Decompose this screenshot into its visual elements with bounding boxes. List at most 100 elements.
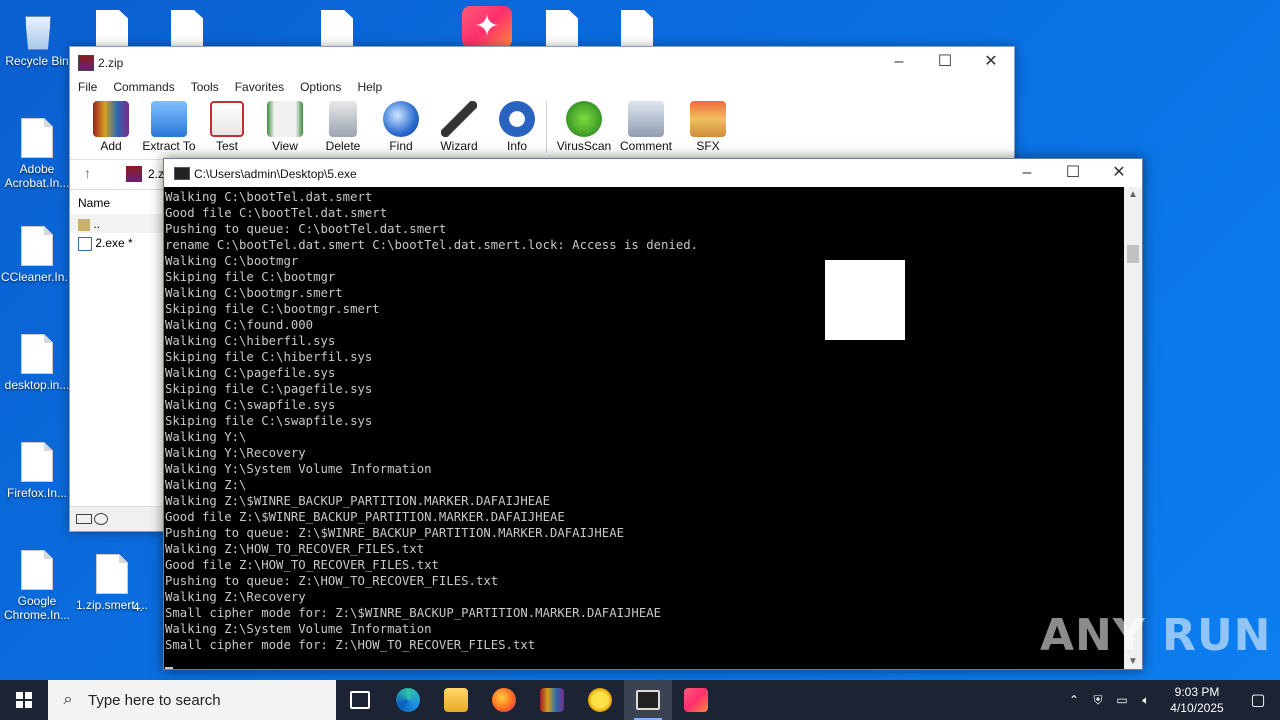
virusscan-button[interactable]: VirusScan <box>555 101 613 153</box>
folder-icon <box>78 218 90 231</box>
close-button[interactable]: ✕ <box>968 47 1014 77</box>
minimize-button[interactable]: – <box>876 47 922 77</box>
console-line: Skiping file C:\hiberfil.sys <box>165 350 373 364</box>
console-line: Small cipher mode for: Z:\$WINRE_BACKUP_… <box>165 606 662 620</box>
file-explorer-button[interactable] <box>432 680 480 720</box>
taskbar-search[interactable]: ⌕ Type here to search <box>48 680 336 720</box>
console-line: Walking Z:\ <box>165 478 247 492</box>
maximize-button[interactable]: ☐ <box>922 47 968 77</box>
console-line: Walking Z:\Recovery <box>165 590 306 604</box>
delete-button[interactable]: Delete <box>314 101 372 153</box>
maximize-button[interactable]: ☐ <box>1050 159 1096 187</box>
desktop-file-icon-top-5[interactable] <box>621 10 653 48</box>
add-icon <box>93 101 129 137</box>
console-line: Walking C:\bootmgr.smert <box>165 286 343 300</box>
recycle-bin-icon <box>20 10 54 50</box>
console-line: rename C:\bootTel.dat.smert C:\bootTel.d… <box>165 238 699 252</box>
console-line: Pushing to queue: Z:\$WINRE_BACKUP_PARTI… <box>165 526 625 540</box>
view-button[interactable]: View <box>256 101 314 153</box>
network-icon[interactable]: ▭ <box>1110 693 1134 707</box>
up-arrow-icon[interactable]: ↑ <box>84 165 91 181</box>
add-button[interactable]: Add <box>82 101 140 153</box>
console-line: Pushing to queue: Z:\HOW_TO_RECOVER_FILE… <box>165 574 499 588</box>
comment-button[interactable]: Comment <box>613 101 679 153</box>
column-header-name[interactable]: Name <box>70 190 164 214</box>
menu-tools[interactable]: Tools <box>191 80 219 94</box>
clock[interactable]: 9:03 PM 4/10/2025 <box>1158 684 1236 716</box>
notification-icon[interactable]: ▢ <box>1236 690 1280 710</box>
menu-help[interactable]: Help <box>357 80 382 94</box>
folder-icon <box>151 101 187 137</box>
security-icon[interactable]: ⛨ <box>1086 693 1110 708</box>
info-icon <box>499 101 535 137</box>
scroll-up-icon[interactable]: ▲ <box>1124 189 1142 200</box>
start-button[interactable] <box>0 680 48 720</box>
winrar-logo-icon <box>78 55 94 71</box>
extract-to-button[interactable]: Extract To <box>140 101 198 153</box>
chevron-up-icon[interactable]: ⌃ <box>1062 693 1086 707</box>
file-icon <box>21 550 53 590</box>
console-output[interactable]: Walking C:\bootTel.dat.smert Good file C:… <box>164 187 1124 669</box>
minimize-button[interactable]: – <box>1004 159 1050 187</box>
console-titlebar[interactable]: C:\Users\admin\Desktop\5.exe – ☐ ✕ <box>164 159 1142 187</box>
menu-file[interactable]: File <box>78 80 97 94</box>
console-line: Walking Z:\System Volume Information <box>165 622 432 636</box>
winrar-titlebar[interactable]: 2.zip – ☐ ✕ <box>70 47 1014 77</box>
console-scrollbar[interactable]: ▲ ▼ <box>1124 187 1142 669</box>
desktop-icon-adobe-acrobat[interactable]: Adobe Acrobat.In... <box>1 118 73 190</box>
trash-icon <box>329 101 357 137</box>
desktop-icon-firefox[interactable]: Firefox.In... <box>1 442 73 500</box>
file-list: Name .. 2.exe * <box>70 189 164 508</box>
task-view-button[interactable] <box>336 680 384 720</box>
firefox-icon <box>492 688 516 712</box>
file-icon <box>21 226 53 266</box>
desktop-app-sparkle-icon[interactable]: ✦ <box>462 6 512 48</box>
find-button[interactable]: Find <box>372 101 430 153</box>
console-line: Skiping file C:\pagefile.sys <box>165 382 373 396</box>
desktop-icon-ccleaner[interactable]: CCleaner.In... <box>1 226 74 284</box>
test-button[interactable]: Test <box>198 101 256 153</box>
desktop-icon-desktop-ini[interactable]: desktop.in... <box>1 334 73 392</box>
console-line: Walking Z:\$WINRE_BACKUP_PARTITION.MARKE… <box>165 494 550 508</box>
edge-button[interactable] <box>384 680 432 720</box>
menu-commands[interactable]: Commands <box>113 80 174 94</box>
file-icon <box>21 442 53 482</box>
desktop-icon-partial[interactable]: 4. <box>118 600 158 614</box>
console-line: Skiping file C:\bootmgr <box>165 270 336 284</box>
console-line: Small cipher mode for: Z:\HOW_TO_RECOVER… <box>165 638 536 652</box>
console-line: Good file C:\bootTel.dat.smert <box>165 206 388 220</box>
sparkle-app-button[interactable] <box>672 680 720 720</box>
file-icon <box>21 118 53 158</box>
desktop-file-icon-top-3[interactable] <box>321 10 353 48</box>
menu-favorites[interactable]: Favorites <box>235 80 284 94</box>
list-item-parent[interactable]: .. <box>70 214 164 233</box>
desktop-file-icon-top-4[interactable] <box>546 10 578 48</box>
close-button[interactable]: ✕ <box>1096 159 1142 187</box>
firefox-button[interactable] <box>480 680 528 720</box>
info-button[interactable]: Info <box>488 101 547 153</box>
console-icon <box>636 690 660 710</box>
console-taskbar-button[interactable] <box>624 680 672 720</box>
key-icon <box>94 513 108 525</box>
desktop-file-icon-top-2[interactable] <box>171 10 203 48</box>
address-text[interactable]: 2.z <box>148 167 164 181</box>
sfx-button[interactable]: SFX <box>679 101 737 153</box>
search-placeholder: Type here to search <box>88 691 221 709</box>
console-line: Pushing to queue: C:\bootTel.dat.smert <box>165 222 447 236</box>
desktop-file-icon-top-1[interactable] <box>96 10 128 48</box>
desktop-icon-google-chrome[interactable]: Google Chrome.In... <box>1 550 73 622</box>
console-title: C:\Users\admin\Desktop\5.exe <box>194 167 357 181</box>
wizard-button[interactable]: Wizard <box>430 101 488 153</box>
wand-icon <box>441 101 477 137</box>
desktop-icon-recycle-bin[interactable]: Recycle Bin <box>1 10 73 68</box>
console-line: Walking C:\hiberfil.sys <box>165 334 336 348</box>
console-line: Walking C:\bootTel.dat.smert <box>165 190 373 204</box>
scroll-thumb[interactable] <box>1127 245 1139 263</box>
menu-options[interactable]: Options <box>300 80 341 94</box>
winrar-taskbar-button[interactable] <box>528 680 576 720</box>
book-icon <box>267 101 303 137</box>
sun-app-button[interactable] <box>576 680 624 720</box>
volume-icon[interactable]: 🔈︎ <box>1134 693 1158 708</box>
list-item-file[interactable]: 2.exe * <box>70 233 164 252</box>
test-clipboard-icon <box>210 101 244 137</box>
